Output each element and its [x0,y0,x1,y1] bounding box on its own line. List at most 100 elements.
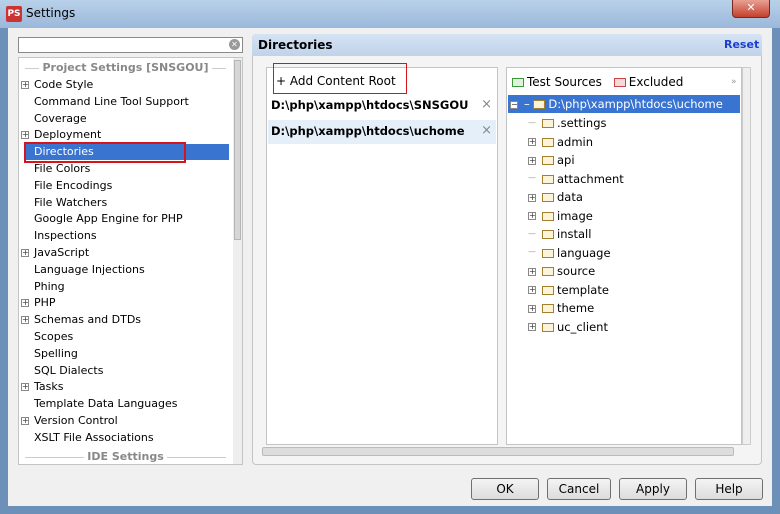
content-root-path: D:\php\xampp\htdocs\uchome [271,124,465,138]
excluded-button[interactable]: Excluded [613,75,683,89]
tree-node[interactable]: — install [528,225,591,243]
sidebar-item-label: XSLT File Associations [34,430,154,444]
tree-node[interactable]: — .settings [528,114,607,132]
tree-node-label: D:\php\xampp\htdocs\uchome [548,97,723,111]
section-ide-settings: IDE Settings [19,450,232,463]
sidebar-item[interactable]: + Tasks [21,379,64,395]
sidebar-item[interactable]: Language Injections [33,262,146,278]
test-sources-button[interactable]: Test Sources [512,75,602,89]
sidebar-item[interactable]: + JavaScript [21,245,90,261]
sidebar-item[interactable]: File Encodings [33,178,113,194]
sidebar-item-label: Phing [34,279,65,293]
expand-icon[interactable]: + [21,417,29,425]
folder-icon [542,304,554,313]
close-button[interactable]: ✕ [732,0,770,18]
content-root-path: D:\php\xampp\htdocs\SNSGOU [271,98,469,112]
tree-node[interactable]: + image [528,207,593,225]
expand-icon[interactable]: + [528,304,536,313]
tree-node[interactable]: + admin [528,133,593,151]
highlight-box [24,142,186,163]
app-icon: PS [6,6,22,22]
sidebar-item[interactable]: XSLT File Associations [33,430,155,446]
sidebar-item-label: Coverage [34,111,87,125]
tree-node[interactable]: — attachment [528,170,624,188]
tree-root-node[interactable]: − – D:\php\xampp\htdocs\uchome [508,95,740,113]
expand-icon[interactable]: + [21,81,29,89]
tree-node-label: install [557,227,592,241]
tree-line: — [528,228,536,238]
tree-line: — [528,173,536,182]
sidebar-item[interactable]: Template Data Languages [33,396,178,412]
sidebar-item-label: Template Data Languages [34,397,178,411]
expand-icon[interactable]: + [21,316,29,325]
title-bar [0,0,780,28]
sidebar-item[interactable]: + Schemas and DTDs [21,312,142,328]
expand-icon[interactable]: + [21,249,29,257]
sidebar-item[interactable]: + PHP [21,295,57,311]
folder-icon [542,119,554,128]
help-button[interactable]: Help [695,478,763,500]
tree-node-label: source [557,264,596,278]
test-folder-icon [512,78,524,87]
sidebar-item[interactable]: SQL Dialects [33,363,104,379]
sidebar-item[interactable]: Phing [33,279,66,295]
sidebar-scrollbar[interactable] [233,58,242,464]
highlight-box [273,63,407,94]
expand-icon[interactable]: + [21,383,29,392]
tree-node[interactable]: + uc_client [528,318,608,336]
expand-icon[interactable]: + [528,212,536,220]
folder-icon [542,174,554,184]
expand-icon[interactable]: + [528,323,536,331]
remove-icon[interactable]: × [481,120,492,142]
tree-scrollbar[interactable] [742,67,751,445]
tree-node[interactable]: + template [528,281,609,299]
sidebar-item[interactable]: + Deployment [21,127,102,143]
expand-icon[interactable]: + [528,267,536,276]
tree-node-label: api [557,153,575,167]
expand-icon[interactable]: + [528,156,536,165]
sidebar-item[interactable]: + Code Style [21,77,94,93]
sidebar-item[interactable]: Spelling [33,346,79,362]
cancel-button[interactable]: Cancel [547,478,611,500]
expand-icon[interactable]: + [21,131,29,140]
horizontal-scrollbar[interactable] [262,447,734,456]
tree-node[interactable]: + theme [528,299,594,317]
sidebar-item-label: Google App Engine for PHP [34,212,183,226]
sidebar-item[interactable]: Coverage [33,111,88,127]
sidebar-item-label: Version Control [34,414,118,427]
apply-button[interactable]: Apply [619,478,687,500]
sidebar-item[interactable]: + Version Control [21,413,119,429]
tree-node-label: attachment [557,171,624,186]
expand-icon[interactable]: + [528,286,536,294]
tree-node-label: uc_client [557,319,608,334]
sidebar-item[interactable]: Google App Engine for PHP [33,211,184,227]
window-title: Settings [26,6,76,20]
folder-icon [542,248,554,258]
expand-icon[interactable]: + [528,193,536,202]
sidebar-item[interactable]: Scopes [33,329,74,345]
sidebar-item-label: Schemas and DTDs [34,313,142,327]
expand-icon[interactable]: + [21,299,29,308]
sidebar-item[interactable]: Command Line Tool Support [33,94,190,110]
tree-node[interactable]: + data [528,188,583,206]
expand-icon[interactable]: + [528,138,536,146]
reset-link[interactable]: Reset [724,38,759,51]
clear-search-icon[interactable]: ✕ [229,39,240,50]
sidebar-item[interactable]: Inspections [33,228,98,244]
settings-tree: Project Settings [SNSGOU] + Code Style Com… [18,57,243,465]
tree-node[interactable]: — language [528,244,611,262]
sidebar-item-label: Command Line Tool Support [34,94,189,108]
sidebar-item[interactable]: File Watchers [33,195,108,211]
tree-node[interactable]: + source [528,262,595,280]
sidebar-item-label: File Encodings [34,178,113,192]
more-icon[interactable]: » [731,77,737,87]
content-root-item[interactable]: D:\php\xampp\htdocs\uchome × [268,120,496,144]
search-input[interactable]: ✕ [18,37,243,53]
remove-icon[interactable]: × [481,94,492,116]
ok-button[interactable]: OK [471,478,539,500]
folder-icon [542,156,554,165]
sidebar-item[interactable]: File Colors [33,161,91,177]
tree-node[interactable]: + api [528,151,575,169]
content-root-item[interactable]: D:\php\xampp\htdocs\SNSGOU × [268,94,496,118]
sidebar-item-label: JavaScript [34,246,90,259]
